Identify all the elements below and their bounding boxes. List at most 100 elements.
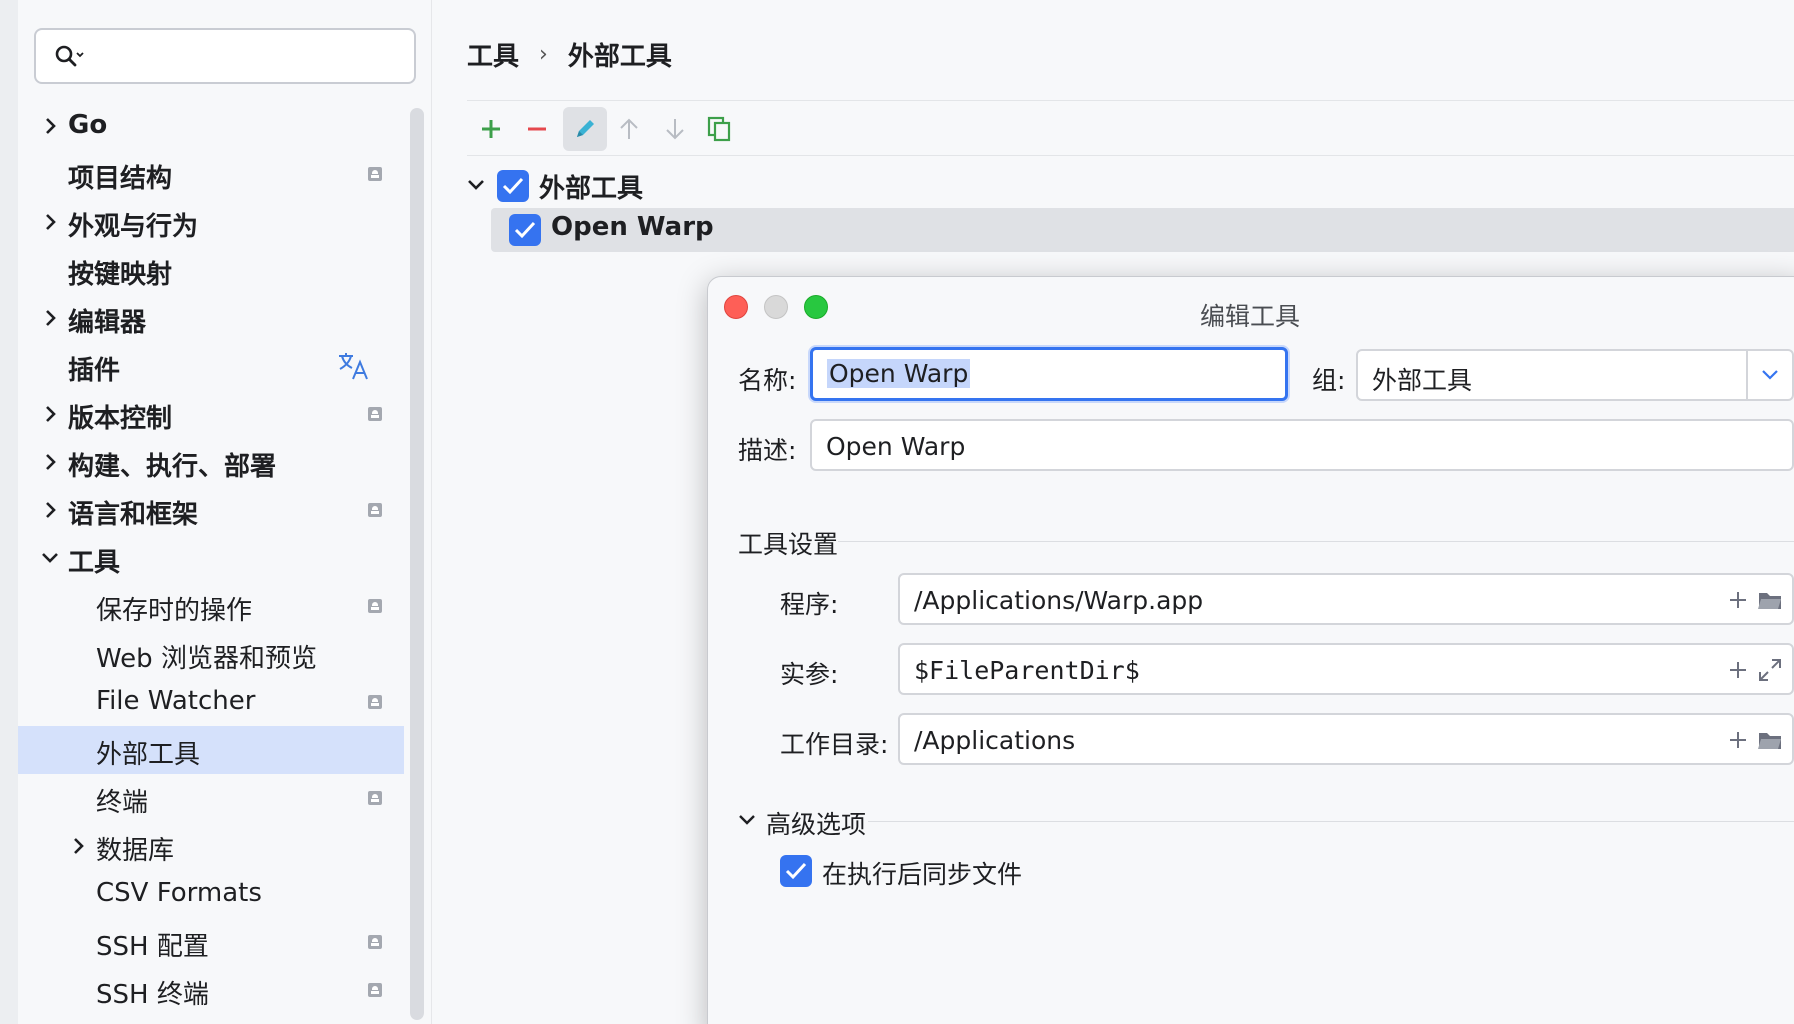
translate-icon bbox=[339, 353, 368, 380]
sidebar-item[interactable]: 数据库 bbox=[18, 822, 404, 870]
checkmark-icon bbox=[502, 177, 524, 195]
chevron-right-icon[interactable] bbox=[40, 404, 60, 424]
project-level-icon bbox=[368, 407, 382, 421]
program-input[interactable] bbox=[914, 583, 1628, 617]
advanced-options-title[interactable]: 高级选项 bbox=[766, 805, 866, 841]
sidebar-item[interactable]: 插件 bbox=[18, 342, 404, 390]
tools-group-row[interactable]: 外部工具 bbox=[467, 164, 1794, 208]
tools-group-label: 外部工具 bbox=[539, 174, 644, 204]
browse-folder-icon[interactable] bbox=[1756, 726, 1784, 754]
sidebar-item[interactable]: 终端 bbox=[18, 774, 404, 822]
insert-macro-icon[interactable] bbox=[1724, 586, 1752, 614]
group-select-toggle[interactable] bbox=[1746, 351, 1792, 401]
description-field[interactable] bbox=[810, 419, 1794, 471]
tools-tree: 外部工具 Open Warp bbox=[467, 164, 1794, 252]
sidebar-item-label: 语言和框架 bbox=[68, 500, 199, 530]
chevron-right-icon[interactable] bbox=[40, 500, 60, 520]
sidebar-item-label: 外部工具 bbox=[96, 740, 201, 770]
name-field[interactable]: Open Warp bbox=[810, 347, 1288, 401]
sidebar-item-label: 数据库 bbox=[96, 836, 175, 866]
add-button[interactable] bbox=[469, 107, 513, 151]
move-up-button[interactable] bbox=[607, 107, 651, 151]
copy-button[interactable] bbox=[697, 107, 741, 151]
arguments-input[interactable] bbox=[914, 653, 1628, 687]
section-divider bbox=[868, 821, 1794, 822]
sidebar-item-label: 外观与行为 bbox=[68, 212, 199, 242]
sidebar-item-label: 构建、执行、部署 bbox=[68, 452, 277, 482]
sidebar-item[interactable]: 构建、执行、部署 bbox=[18, 438, 404, 486]
sidebar-item-label: 项目结构 bbox=[68, 164, 173, 194]
sync-files-checkbox[interactable] bbox=[780, 855, 812, 887]
copy-icon bbox=[707, 116, 731, 142]
chevron-down-icon[interactable] bbox=[40, 548, 60, 568]
move-down-icon bbox=[666, 119, 684, 140]
sidebar-item[interactable]: File Watcher bbox=[18, 678, 404, 726]
name-label: 名称: bbox=[738, 366, 797, 395]
settings-sidebar: Go 项目结构外观与行为按键映射编辑器插件版本控制构建、执行、部署 语言和框架工具保… bbox=[0, 0, 432, 1024]
move-down-button[interactable] bbox=[653, 107, 697, 151]
sidebar-item-label: 按键映射 bbox=[68, 260, 173, 290]
arguments-field[interactable] bbox=[898, 643, 1794, 695]
browse-folder-icon[interactable] bbox=[1756, 586, 1784, 614]
breadcrumb-separator: › bbox=[539, 42, 548, 67]
working-dir-field[interactable] bbox=[898, 713, 1794, 765]
search-icon[interactable] bbox=[54, 44, 84, 70]
sidebar-item-label: 编辑器 bbox=[68, 308, 147, 338]
sidebar-item[interactable]: SSH 终端 bbox=[18, 966, 404, 1014]
chevron-right-icon[interactable] bbox=[40, 116, 60, 136]
program-field[interactable] bbox=[898, 573, 1794, 625]
sidebar-item-label: 版本控制 bbox=[68, 404, 173, 434]
sidebar-item[interactable]: 按键映射 bbox=[18, 246, 404, 294]
project-level-icon bbox=[368, 167, 382, 181]
description-input[interactable] bbox=[826, 429, 1610, 463]
project-level-icon bbox=[368, 983, 382, 997]
project-level-icon bbox=[368, 695, 382, 709]
remove-button[interactable] bbox=[515, 107, 559, 151]
sidebar-item[interactable]: Web 浏览器和预览 bbox=[18, 630, 404, 678]
arguments-label: 实参: bbox=[780, 660, 839, 689]
edit-button[interactable] bbox=[563, 107, 607, 151]
insert-macro-icon[interactable] bbox=[1724, 656, 1752, 684]
chevron-down-icon[interactable] bbox=[467, 178, 485, 192]
sidebar-item[interactable]: Go bbox=[18, 102, 404, 150]
sidebar-edge bbox=[0, 0, 18, 1024]
sidebar-item[interactable]: 编辑器 bbox=[18, 294, 404, 342]
remove-icon bbox=[528, 127, 546, 131]
chevron-right-icon[interactable] bbox=[68, 836, 88, 856]
tool-settings-title: 工具设置 bbox=[738, 530, 839, 559]
name-input[interactable]: Open Warp bbox=[827, 359, 971, 388]
working-dir-label: 工作目录: bbox=[780, 730, 889, 759]
sidebar-item[interactable]: 外观与行为 bbox=[18, 198, 404, 246]
chevron-right-icon[interactable] bbox=[40, 212, 60, 232]
working-dir-input[interactable] bbox=[914, 723, 1628, 757]
expand-icon[interactable] bbox=[1756, 656, 1784, 684]
chevron-right-icon[interactable] bbox=[40, 308, 60, 328]
group-checkbox[interactable] bbox=[497, 170, 529, 202]
insert-macro-icon[interactable] bbox=[1724, 726, 1752, 754]
chevron-down-icon[interactable] bbox=[738, 813, 756, 827]
sidebar-item[interactable]: 外部工具 bbox=[18, 726, 404, 774]
sidebar-item[interactable]: 项目结构 bbox=[18, 150, 404, 198]
tool-row[interactable]: Open Warp bbox=[491, 208, 1794, 252]
sidebar-item[interactable]: 保存时的操作 bbox=[18, 582, 404, 630]
sidebar-item-label: SSH 配置 bbox=[96, 932, 209, 962]
project-level-icon bbox=[368, 935, 382, 949]
tools-toolbar bbox=[467, 100, 1794, 156]
sidebar-item[interactable]: CSV Formats bbox=[18, 870, 404, 918]
chevron-right-icon[interactable] bbox=[40, 452, 60, 472]
edit-tool-dialog: 编辑工具 名称: Open Warp 组: 外部工具 描述: 工具设置 程序: … bbox=[707, 276, 1794, 1024]
sidebar-item-label: 插件 bbox=[68, 356, 121, 386]
sidebar-item[interactable]: SSH 配置 bbox=[18, 918, 404, 966]
sidebar-item[interactable]: 工具 bbox=[18, 534, 404, 582]
sync-files-label: 在执行后同步文件 bbox=[822, 860, 1023, 889]
tool-checkbox[interactable] bbox=[509, 214, 541, 246]
breadcrumb-parent[interactable]: 工具 bbox=[467, 36, 519, 73]
settings-search-box[interactable] bbox=[34, 28, 416, 84]
sidebar-scrollbar[interactable] bbox=[410, 108, 424, 1020]
sidebar-item[interactable]: 版本控制 bbox=[18, 390, 404, 438]
search-input[interactable] bbox=[96, 40, 396, 72]
sidebar-item[interactable]: 语言和框架 bbox=[18, 486, 404, 534]
dialog-title: 编辑工具 bbox=[1199, 302, 1300, 331]
group-select[interactable]: 外部工具 bbox=[1356, 349, 1794, 401]
sidebar-item-label: SSH 终端 bbox=[96, 980, 209, 1010]
